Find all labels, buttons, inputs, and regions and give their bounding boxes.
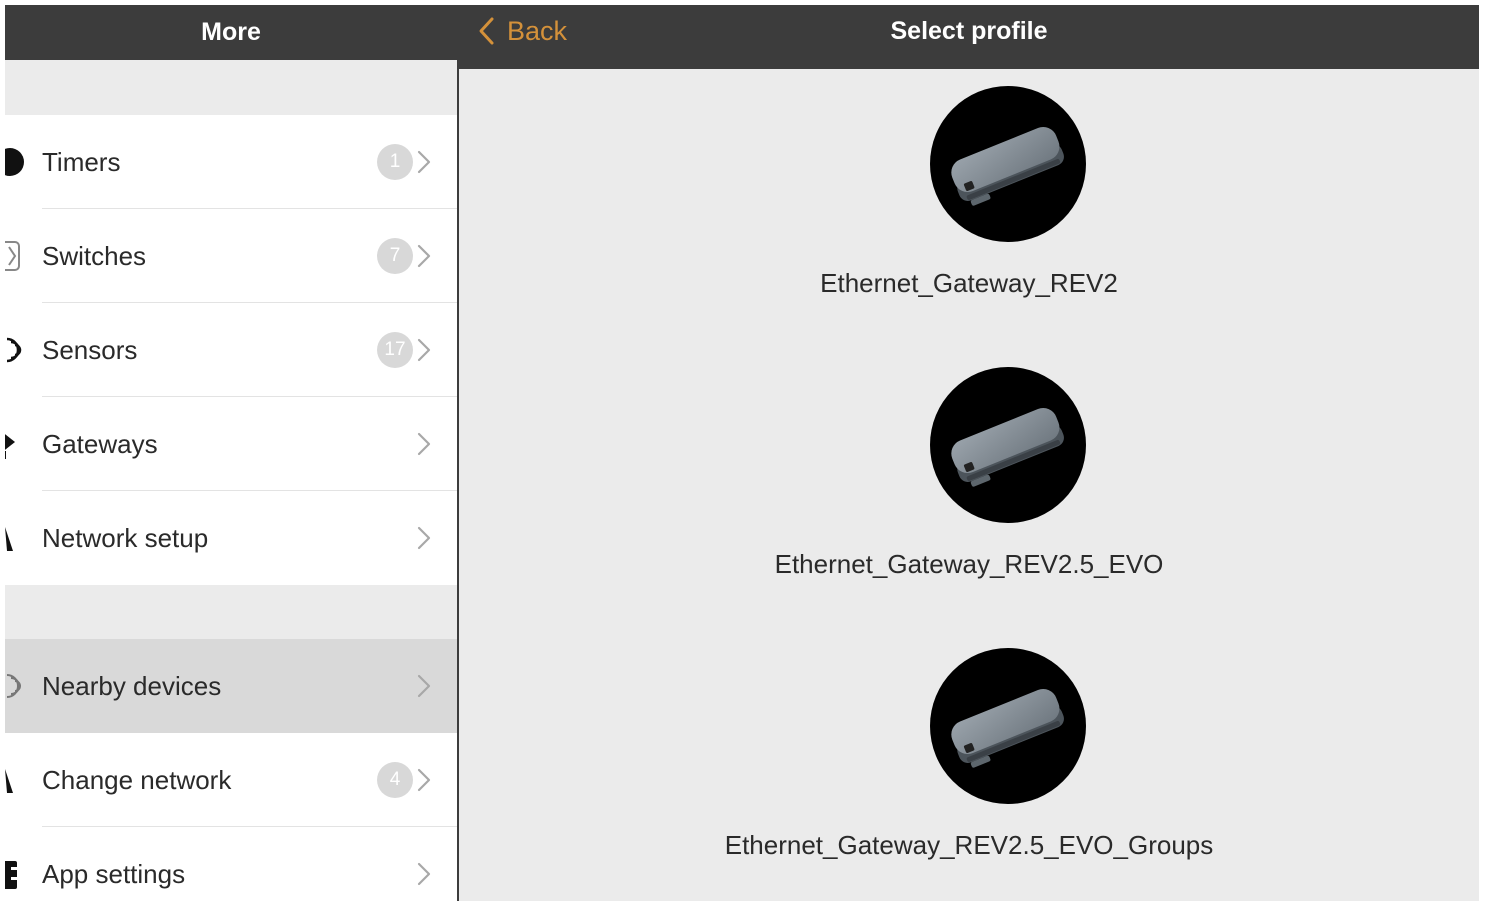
menu-item-label: Nearby devices: [42, 671, 222, 701]
menu-item-label: Switches: [42, 241, 147, 271]
chevron-right-icon: [416, 243, 432, 269]
chevron-right-icon: [416, 861, 432, 887]
menu-item-timers[interactable]: Timers 1: [5, 115, 457, 209]
settings-icon: [5, 861, 17, 889]
menu-item-gateways[interactable]: Gateways: [5, 397, 457, 491]
menu-item-app-settings[interactable]: App settings: [5, 827, 457, 901]
gateway-icon: [5, 434, 15, 459]
section-spacer: [5, 585, 457, 639]
chevron-right-icon: [416, 673, 432, 699]
select-profile-panel: Back Select profile Ethernet_Gateway_REV…: [459, 5, 1479, 901]
count-badge: 7: [377, 238, 413, 274]
chevron-left-icon: [479, 17, 494, 45]
chevron-right-icon: [416, 431, 432, 457]
gateway-device-icon: [930, 648, 1086, 804]
menu-item-label: App settings: [42, 859, 186, 889]
sensor-icon: [6, 337, 22, 363]
menu-item-label: Timers: [42, 147, 121, 177]
profile-name: Ethernet_Gateway_REV2: [820, 268, 1118, 298]
gateway-device-icon: [930, 86, 1086, 242]
timer-icon: [5, 148, 24, 176]
chevron-right-icon: [416, 767, 432, 793]
page-title: Select profile: [890, 16, 1048, 45]
count-badge: 17: [377, 332, 413, 368]
network-icon: [5, 527, 13, 551]
select-profile-header: Back Select profile: [459, 5, 1479, 69]
menu-item-change-network[interactable]: Change network 4: [5, 733, 457, 827]
menu-item-label: Sensors: [42, 335, 138, 365]
count-badge: 1: [377, 144, 413, 180]
more-panel: More Timers 1 Switches 7 Sensors 17 Gate…: [5, 5, 457, 901]
profile-item[interactable]: Ethernet_Gateway_REV2.5_EVO_Groups: [459, 648, 1479, 898]
switch-icon: [5, 241, 20, 271]
chevron-right-icon: [416, 149, 432, 175]
back-label: Back: [507, 15, 568, 46]
network-icon: [5, 769, 13, 793]
chevron-right-icon: [416, 525, 432, 551]
more-title: More: [201, 18, 261, 46]
menu-item-label: Network setup: [42, 523, 209, 553]
menu-item-network-setup[interactable]: Network setup: [5, 491, 457, 585]
profile-item[interactable]: Ethernet_Gateway_REV2.5_EVO: [459, 367, 1479, 617]
profile-name: Ethernet_Gateway_REV2.5_EVO_Groups: [724, 830, 1214, 860]
profile-name: Ethernet_Gateway_REV2.5_EVO: [774, 549, 1164, 579]
section-spacer: [5, 60, 457, 115]
app-frame: More Timers 1 Switches 7 Sensors 17 Gate…: [5, 5, 1479, 901]
menu-item-label: Gateways: [42, 429, 158, 459]
gateway-device-icon: [930, 367, 1086, 523]
count-badge: 4: [377, 762, 413, 798]
chevron-right-icon: [416, 337, 432, 363]
menu-item-sensors[interactable]: Sensors 17: [5, 303, 457, 397]
menu-item-switches[interactable]: Switches 7: [5, 209, 457, 303]
menu-item-nearby-devices[interactable]: Nearby devices: [5, 639, 457, 733]
more-header: More: [5, 5, 457, 60]
back-button[interactable]: Back: [477, 5, 567, 57]
profile-item[interactable]: Ethernet_Gateway_REV2: [459, 86, 1479, 336]
menu-item-label: Change network: [42, 765, 232, 795]
nearby-icon: [6, 674, 21, 698]
